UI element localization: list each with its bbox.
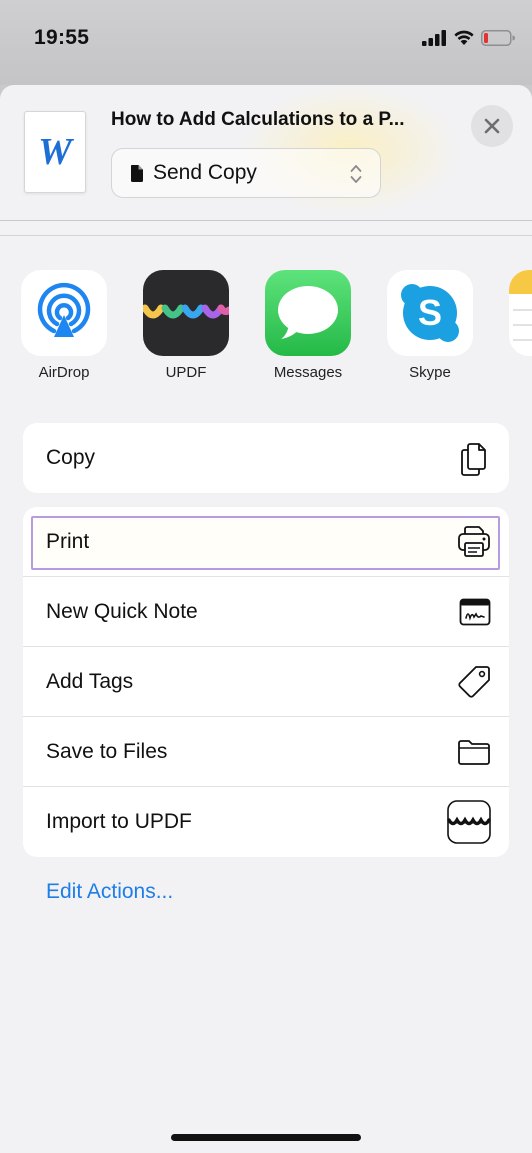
action-print[interactable]: Print: [23, 507, 509, 577]
tag-icon: [458, 665, 490, 698]
action-save-to-files[interactable]: Save to Files: [23, 717, 509, 787]
word-doc-icon: W: [38, 131, 72, 173]
skype-icon: S: [387, 270, 473, 356]
updf-icon: [143, 270, 229, 356]
edit-actions-link[interactable]: Edit Actions...: [46, 880, 173, 904]
action-import-to-updf[interactable]: Import to UPDF: [23, 787, 509, 857]
app-label: UPDF: [165, 364, 207, 381]
quick-note-icon: [459, 598, 491, 625]
updf-icon: [447, 800, 491, 844]
app-label: AirDrop: [38, 364, 90, 381]
app-label: Skype: [409, 364, 451, 381]
print-highlight: [31, 516, 500, 570]
battery-low-icon: [481, 30, 515, 46]
actions-group: Print New Quick Note Add Tags Save to Fi…: [23, 507, 509, 857]
action-label: Copy: [46, 446, 96, 469]
home-indicator: [171, 1134, 361, 1141]
header-divider: [0, 235, 532, 236]
status-time: 19:55: [34, 26, 90, 49]
document-thumbnail: W: [24, 111, 86, 193]
share-sheet: W How to Add Calculations to a P... Send…: [0, 85, 532, 1153]
action-label: Import to UPDF: [46, 810, 192, 833]
wifi-icon: [454, 30, 474, 45]
app-label: N: [509, 364, 532, 381]
svg-text:S: S: [418, 292, 442, 333]
send-copy-selector[interactable]: Send Copy: [111, 148, 381, 198]
status-bar: 19:55: [0, 0, 532, 85]
document-title: How to Add Calculations to a P...: [111, 109, 405, 130]
action-label: New Quick Note: [46, 599, 198, 623]
action-add-tags[interactable]: Add Tags: [23, 647, 509, 717]
notes-icon: [509, 270, 532, 356]
printer-icon: [458, 525, 490, 557]
app-label: Messages: [273, 364, 343, 381]
cellular-signal-icon: [422, 30, 446, 46]
action-copy[interactable]: Copy: [23, 423, 509, 493]
folder-icon: [458, 739, 490, 765]
share-header: W How to Add Calculations to a P... Send…: [0, 85, 532, 221]
action-label: Add Tags: [46, 669, 134, 693]
copy-icon: [461, 443, 486, 476]
app-notes[interactable]: N: [509, 270, 532, 381]
action-label: Save to Files: [46, 739, 168, 763]
send-copy-label: Send Copy: [153, 161, 257, 184]
action-new-quick-note[interactable]: New Quick Note: [23, 577, 509, 647]
copy-group: Copy: [23, 423, 509, 493]
app-airdrop[interactable]: AirDrop: [21, 270, 107, 381]
chevron-up-down-icon: [350, 165, 362, 183]
file-icon: [130, 164, 143, 182]
action-label: Print: [46, 529, 90, 553]
close-button[interactable]: [471, 105, 513, 147]
app-messages[interactable]: Messages: [265, 270, 351, 381]
close-icon: [484, 118, 500, 134]
messages-icon: [265, 270, 351, 356]
airdrop-icon: [21, 270, 107, 356]
app-skype[interactable]: S Skype: [387, 270, 473, 381]
app-updf[interactable]: UPDF: [143, 270, 229, 381]
